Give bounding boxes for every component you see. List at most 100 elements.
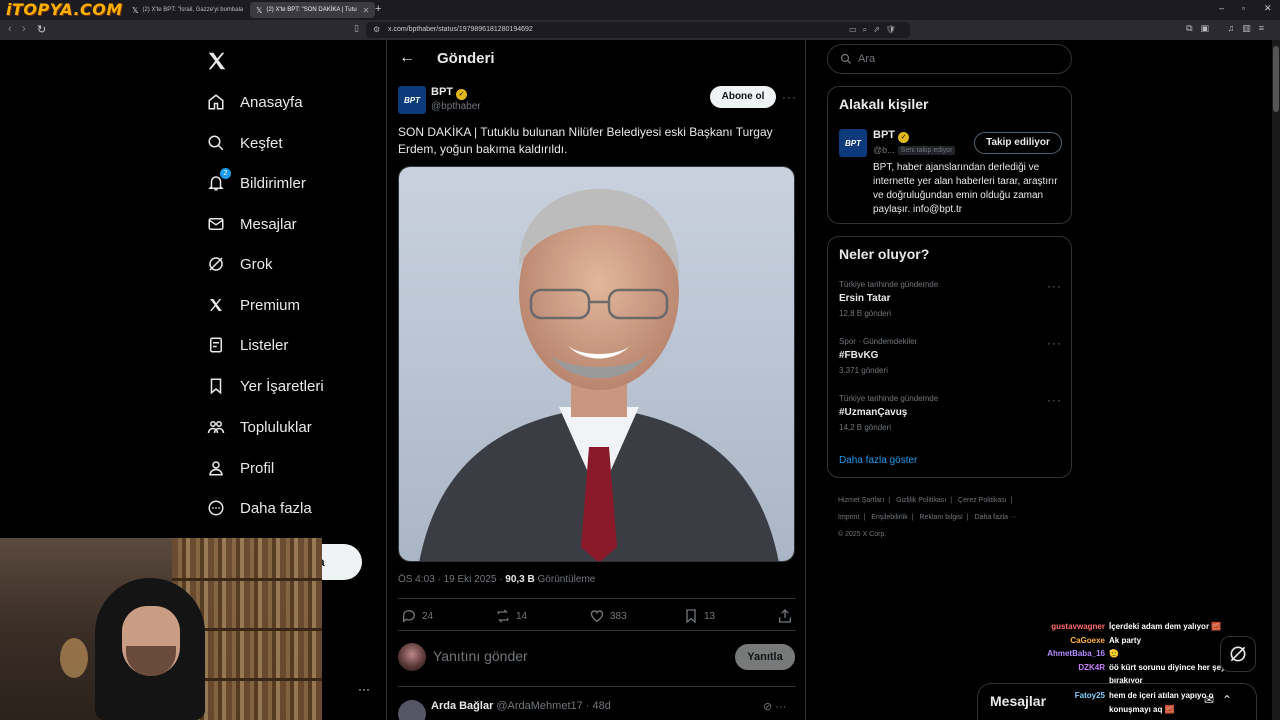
reply-author-avatar[interactable] bbox=[398, 700, 426, 720]
url-field[interactable]: ⚙ x.com/bpthaber/status/1979896181280194… bbox=[366, 22, 910, 38]
trend-item[interactable]: #FBvKG bbox=[839, 350, 878, 361]
tweet-time[interactable]: ÖS 4:03 · 19 Eki 2025 · bbox=[398, 574, 505, 585]
footer-link[interactable]: Çerez Politikası bbox=[958, 497, 1007, 504]
related-name[interactable]: BPT ✓ bbox=[873, 129, 909, 143]
show-more-link[interactable]: Daha fazla göster bbox=[839, 455, 917, 466]
bookmark-page-icon[interactable]: ▯ bbox=[354, 23, 359, 34]
trend-count: 14,2 B gönderi bbox=[839, 423, 892, 432]
minimize-button[interactable]: – bbox=[1219, 3, 1224, 13]
sidebar-item-messages[interactable]: Mesajlar bbox=[206, 212, 297, 236]
trend-item[interactable]: Ersin Tatar bbox=[839, 293, 891, 304]
sidebar-item-more[interactable]: Daha fazla bbox=[206, 496, 312, 520]
repost-action-button[interactable]: 14 bbox=[495, 608, 527, 624]
reply-action-button[interactable]: 24 bbox=[401, 608, 433, 624]
author-name[interactable]: BPT ✓ bbox=[431, 86, 467, 100]
x-logo-icon[interactable] bbox=[206, 50, 228, 72]
page-title: Gönderi bbox=[437, 50, 495, 67]
author-avatar[interactable]: BPT bbox=[398, 86, 426, 114]
related-handle-text: @b... bbox=[873, 145, 895, 155]
sidebar-item-home[interactable]: Anasayfa bbox=[206, 90, 303, 114]
view-label: Görüntüleme bbox=[534, 574, 596, 585]
search-input[interactable]: Ara bbox=[827, 44, 1072, 74]
share-action-button[interactable] bbox=[777, 608, 798, 624]
stream-chat-overlay: gustavwagner İçerdeki adam dem yalıyor 🧱 … bbox=[1000, 620, 1240, 688]
left-sidebar: Anasayfa Keşfet 2 Bildirimler Mesajlar G… bbox=[0, 40, 386, 720]
account-more-icon[interactable]: ··· bbox=[358, 682, 370, 696]
subscribe-button[interactable]: Abone ol bbox=[710, 86, 776, 108]
footer-link[interactable]: Reklam bilgisi bbox=[920, 514, 963, 521]
grok-explain-icon[interactable]: ⊘ ··· bbox=[763, 700, 786, 713]
card-title: Alakalı kişiler bbox=[839, 96, 929, 112]
back-arrow-icon[interactable]: ← bbox=[399, 49, 415, 67]
sidebar-item-communities[interactable]: Topluluklar bbox=[206, 415, 312, 439]
browser-tab[interactable]: 𝕏 (2) X'te BPT: "İsrail, Gazze'yi bombal… bbox=[126, 2, 249, 18]
sidebar-item-profile[interactable]: Profil bbox=[206, 456, 274, 480]
scrollbar-thumb[interactable] bbox=[1273, 46, 1279, 112]
trend-count: 3.371 gönderi bbox=[839, 366, 888, 375]
bell-icon: 2 bbox=[206, 168, 231, 193]
trend-more-icon[interactable]: ··· bbox=[1047, 336, 1062, 350]
close-tab-icon[interactable]: ✕ bbox=[363, 6, 370, 15]
related-people-card: Alakalı kişiler BPT BPT ✓ @b... Seni takip… bbox=[827, 86, 1072, 224]
author-handle[interactable]: @bpthaber bbox=[431, 101, 481, 112]
following-button[interactable]: Takip ediliyor bbox=[974, 132, 1062, 154]
sidebar-item-explore[interactable]: Keşfet bbox=[206, 131, 283, 155]
related-avatar[interactable]: BPT bbox=[839, 129, 867, 157]
reply-submit-button[interactable]: Yanıtla bbox=[735, 644, 795, 670]
bookmark-icon bbox=[206, 376, 226, 396]
page-scrollbar[interactable] bbox=[1272, 40, 1280, 720]
sidebar-item-premium[interactable]: Premium bbox=[206, 293, 300, 317]
sidebar-item-bookmarks[interactable]: Yer İşaretleri bbox=[206, 374, 324, 398]
footer-link[interactable]: Gizlilik Politikası bbox=[896, 497, 946, 504]
tweet-text: SON DAKİKA | Tutuklu bulunan Nilüfer Bel… bbox=[398, 125, 773, 156]
grok-icon bbox=[206, 254, 226, 274]
footer-link[interactable]: Erişilebilirlik bbox=[871, 514, 908, 521]
tweet-more-icon[interactable]: ··· bbox=[782, 90, 797, 104]
tweet-photo[interactable] bbox=[398, 166, 795, 562]
portrait-image bbox=[399, 167, 794, 561]
card-title: Neler oluyor? bbox=[839, 246, 930, 262]
chat-text: hem de içeri atılan yapıyo o bbox=[1109, 691, 1214, 700]
sidebar-item-grok[interactable]: Grok bbox=[206, 252, 273, 276]
sidebar-item-notifications[interactable]: 2 Bildirimler bbox=[206, 168, 306, 195]
user-avatar[interactable] bbox=[398, 643, 426, 671]
shelf-divider bbox=[172, 578, 322, 581]
sidebar-item-lists[interactable]: Listeler bbox=[206, 333, 288, 357]
chat-username: gustavwagner bbox=[1051, 622, 1105, 631]
trend-item[interactable]: #UzmanÇavuş bbox=[839, 407, 907, 418]
reload-icon[interactable]: ↻ bbox=[37, 23, 46, 36]
forward-nav-icon[interactable]: › bbox=[22, 23, 26, 35]
repost-count: 14 bbox=[516, 610, 528, 622]
site-settings-icon[interactable]: ⚙ bbox=[373, 22, 380, 38]
sidebar-item-label: Grok bbox=[240, 255, 273, 273]
bookmark-action-button[interactable]: 13 bbox=[683, 608, 715, 624]
divider bbox=[398, 630, 796, 631]
trend-more-icon[interactable]: ··· bbox=[1047, 393, 1062, 407]
new-tab-button[interactable]: + bbox=[375, 3, 381, 15]
tab-title: (2) X'te BPT: "SON DAKİKA | Tutu bbox=[266, 7, 357, 13]
url-actions[interactable]: ▭⌕⇗🛡 bbox=[849, 22, 902, 38]
grok-floating-button[interactable] bbox=[1220, 636, 1256, 672]
mail-icon bbox=[206, 214, 226, 234]
bookmark-icon bbox=[686, 609, 696, 624]
maximize-button[interactable]: ▫ bbox=[1242, 3, 1245, 13]
reply-author[interactable]: Arda Bağlar @ArdaMehmet17 · 48d bbox=[431, 700, 611, 712]
webcam-overlay bbox=[0, 538, 322, 720]
related-bio: BPT, haber ajanslarından derlediği ve in… bbox=[873, 162, 1058, 215]
x-icon bbox=[206, 295, 226, 315]
like-action-button[interactable]: 383 bbox=[589, 608, 627, 624]
browser-tab-active[interactable]: 𝕏 (2) X'te BPT: "SON DAKİKA | Tutu ✕ bbox=[250, 2, 376, 18]
communities-icon bbox=[206, 417, 226, 437]
sidebar-item-label: Daha fazla bbox=[240, 499, 312, 517]
footer-link[interactable]: Hizmet Şartları bbox=[838, 497, 884, 504]
close-window-button[interactable]: ✕ bbox=[1264, 3, 1272, 14]
reply-input[interactable]: Yanıtını gönder bbox=[433, 648, 528, 664]
extension-icons[interactable]: ⧉▣ ♫▥≡ bbox=[1186, 23, 1272, 34]
footer-link[interactable]: Imprint bbox=[838, 514, 859, 521]
chat-message: gustavwagner İçerdeki adam dem yalıyor 🧱 bbox=[1000, 620, 1240, 634]
back-nav-icon[interactable]: ‹ bbox=[8, 23, 12, 35]
sidebar-item-label: Anasayfa bbox=[240, 93, 303, 111]
chat-message: Fatoy25 hem de içeri atılan yapıyo o konuş… bbox=[1000, 689, 1240, 716]
footer-link[interactable]: Daha fazla ··· bbox=[975, 514, 1017, 521]
trend-more-icon[interactable]: ··· bbox=[1047, 279, 1062, 293]
